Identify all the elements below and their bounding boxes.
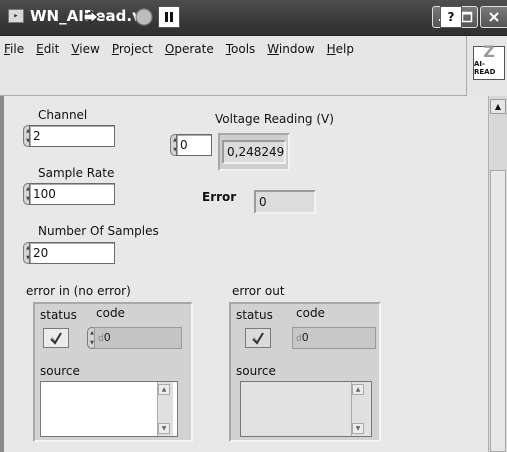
- error-in-label: error in (no error): [26, 284, 131, 298]
- error-out-source-label: source: [236, 364, 276, 378]
- error-out-code-radix: d: [296, 334, 302, 344]
- menu-bar: File Edit View Project Operate Tools Win…: [0, 36, 466, 62]
- maximize-icon: [461, 11, 473, 23]
- error-out-label: error out: [232, 284, 285, 298]
- menu-operate[interactable]: Operate: [165, 42, 214, 56]
- error-in-status-checkbox[interactable]: [43, 328, 69, 348]
- menu-window[interactable]: Window: [267, 42, 314, 56]
- menu-edit[interactable]: Edit: [36, 42, 59, 56]
- error-in-code-label: code: [96, 306, 125, 320]
- error-out-source-scroll-down[interactable]: ▼: [352, 423, 364, 434]
- error-in-code-radix: d: [98, 334, 104, 344]
- error-in-source-scroll-up[interactable]: ▲: [158, 384, 170, 395]
- context-help-button[interactable]: ?: [440, 6, 462, 28]
- scroll-up-arrow[interactable]: ▲: [490, 99, 506, 114]
- error-indicator: 0: [254, 190, 316, 214]
- error-in-code-input[interactable]: d0: [94, 327, 182, 349]
- voltage-reading-value: 0,248249: [222, 140, 286, 164]
- run-button[interactable]: [78, 6, 104, 28]
- error-in-source-scroll-down[interactable]: ▼: [158, 423, 170, 434]
- channel-input[interactable]: 2: [29, 125, 115, 147]
- pause-button[interactable]: [158, 6, 180, 28]
- error-in-code-value: 0: [103, 331, 111, 344]
- sample-rate-label: Sample Rate: [38, 166, 115, 180]
- voltage-array-index[interactable]: 0: [176, 134, 212, 156]
- number-of-samples-input[interactable]: 20: [29, 242, 115, 264]
- error-out-status-indicator: [245, 328, 271, 348]
- vi-icon-glyph: Z: [483, 42, 495, 61]
- error-out-code-value: 0: [301, 331, 309, 344]
- vi-icon-caption: AI-READ: [474, 60, 496, 76]
- error-in-status-label: status: [40, 308, 77, 322]
- error-out-code-label: code: [296, 306, 325, 320]
- sample-rate-input[interactable]: 100: [29, 183, 115, 205]
- pause-icon: [165, 12, 173, 22]
- error-out-status-label: status: [236, 308, 273, 322]
- scroll-thumb[interactable]: [490, 170, 506, 452]
- close-icon: [489, 12, 499, 22]
- labview-app-icon[interactable]: ▸: [8, 9, 24, 23]
- error-label: Error: [202, 190, 237, 204]
- abort-button[interactable]: [132, 6, 156, 28]
- close-button[interactable]: [480, 6, 507, 28]
- checkmark-icon: [252, 332, 264, 345]
- voltage-reading-label: Voltage Reading (V): [215, 112, 334, 126]
- number-of-samples-label: Number Of Samples: [38, 224, 159, 238]
- error-out-code-indicator: d0: [292, 327, 376, 349]
- channel-label: Channel: [38, 108, 88, 122]
- menu-file[interactable]: File: [4, 42, 24, 56]
- error-in-source-label: source: [40, 364, 80, 378]
- abort-execution-icon: [135, 8, 153, 26]
- menu-tools[interactable]: Tools: [226, 42, 256, 56]
- vi-icon[interactable]: Z AI-READ: [473, 42, 505, 80]
- menu-view[interactable]: View: [71, 42, 99, 56]
- menu-project[interactable]: Project: [112, 42, 153, 56]
- toolbar: [0, 62, 466, 96]
- checkmark-icon: [50, 332, 62, 345]
- error-out-source-scroll-up[interactable]: ▲: [352, 384, 364, 395]
- run-arrow-icon: [83, 10, 99, 24]
- menu-help[interactable]: Help: [327, 42, 354, 56]
